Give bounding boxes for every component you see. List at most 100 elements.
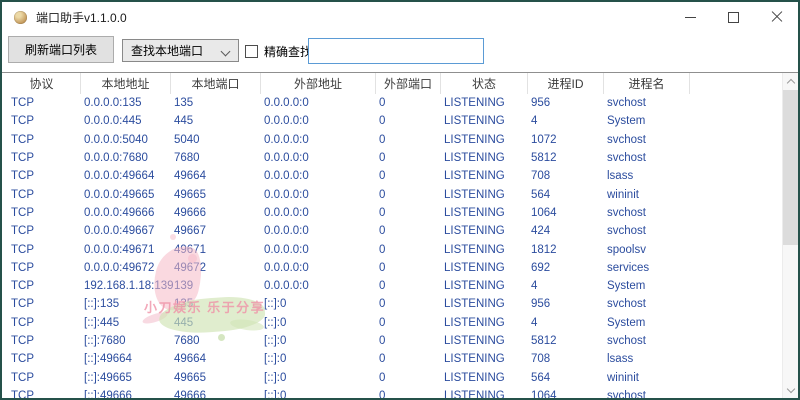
cell-protocol: TCP bbox=[3, 298, 81, 310]
cell-status: LISTENING bbox=[441, 372, 528, 384]
cell-local-address: [::]:135 bbox=[81, 298, 171, 310]
cell-pid: 708 bbox=[528, 353, 604, 365]
scrollbar-thumb[interactable] bbox=[783, 90, 798, 245]
cell-remote-port: 0 bbox=[376, 115, 441, 127]
cell-local-address: [::]:49665 bbox=[81, 372, 171, 384]
cell-local-address: 0.0.0.0:49666 bbox=[81, 207, 171, 219]
table-row[interactable]: TCP0.0.0.0:49665496650.0.0.0:00LISTENING… bbox=[3, 185, 783, 203]
maximize-button[interactable] bbox=[712, 2, 755, 32]
table-body: TCP0.0.0.0:1351350.0.0.0:00LISTENING956s… bbox=[3, 94, 783, 398]
window-title: 端口助手v1.1.0.0 bbox=[36, 9, 127, 26]
cell-protocol: TCP bbox=[3, 390, 81, 398]
scroll-up-button[interactable] bbox=[783, 73, 798, 89]
search-scope-dropdown[interactable]: 查找本地端口 bbox=[122, 39, 239, 62]
cell-local-port: 445 bbox=[171, 115, 261, 127]
table-row[interactable]: TCP0.0.0.0:1351350.0.0.0:00LISTENING956s… bbox=[3, 94, 783, 112]
cell-remote-address: 0.0.0.0:0 bbox=[261, 115, 376, 127]
exact-search-label: 精确查找 bbox=[264, 43, 312, 60]
cell-protocol: TCP bbox=[3, 317, 81, 329]
table-row[interactable]: TCP0.0.0.0:49667496670.0.0.0:00LISTENING… bbox=[3, 222, 783, 240]
cell-pid: 5812 bbox=[528, 152, 604, 164]
table-row[interactable]: TCP192.168.1.18:1391390.0.0.0:00LISTENIN… bbox=[3, 277, 783, 295]
cell-remote-port: 0 bbox=[376, 134, 441, 146]
table-row[interactable]: TCP[::]:135135[::]:00LISTENING956svchost bbox=[3, 295, 783, 313]
cell-remote-address: 0.0.0.0:0 bbox=[261, 152, 376, 164]
scroll-down-icon bbox=[786, 384, 794, 392]
column-header-status[interactable]: 状态 bbox=[441, 73, 528, 94]
table-row[interactable]: TCP0.0.0.0:4454450.0.0.0:00LISTENING4Sys… bbox=[3, 112, 783, 130]
table-row[interactable]: TCP0.0.0.0:49664496640.0.0.0:00LISTENING… bbox=[3, 167, 783, 185]
scroll-up-icon bbox=[786, 78, 794, 86]
cell-process-name: svchost bbox=[604, 390, 690, 398]
table-row[interactable]: TCP[::]:4966649666[::]:00LISTENING1064sv… bbox=[3, 387, 783, 398]
table-row[interactable]: TCP[::]:76807680[::]:00LISTENING5812svch… bbox=[3, 332, 783, 350]
cell-local-address: [::]:7680 bbox=[81, 335, 171, 347]
cell-local-port: 49665 bbox=[171, 372, 261, 384]
table-row[interactable]: TCP0.0.0.0:49671496710.0.0.0:00LISTENING… bbox=[3, 240, 783, 258]
cell-process-name: wininit bbox=[604, 189, 690, 201]
table-row[interactable]: TCP0.0.0.0:49672496720.0.0.0:00LISTENING… bbox=[3, 259, 783, 277]
column-header-extra[interactable] bbox=[690, 73, 783, 94]
column-header-remote-port[interactable]: 外部端口 bbox=[376, 73, 441, 94]
titlebar: 端口助手v1.1.0.0 bbox=[2, 2, 798, 32]
cell-remote-port: 0 bbox=[376, 152, 441, 164]
cell-remote-address: [::]:0 bbox=[261, 317, 376, 329]
table-row[interactable]: TCP[::]:4966549665[::]:00LISTENING564win… bbox=[3, 368, 783, 386]
column-header-pid[interactable]: 进程ID bbox=[528, 73, 604, 94]
cell-remote-port: 0 bbox=[376, 97, 441, 109]
cell-pid: 692 bbox=[528, 262, 604, 274]
port-table: 协议本地地址本地端口外部地址外部端口状态进程ID进程名 TCP0.0.0.0:1… bbox=[2, 72, 798, 398]
table-row[interactable]: TCP0.0.0.0:768076800.0.0.0:00LISTENING58… bbox=[3, 149, 783, 167]
vertical-scrollbar[interactable] bbox=[782, 73, 798, 398]
chevron-down-icon bbox=[221, 47, 231, 57]
cell-status: LISTENING bbox=[441, 317, 528, 329]
cell-local-address: 0.0.0.0:7680 bbox=[81, 152, 171, 164]
cell-local-port: 49664 bbox=[171, 170, 261, 182]
cell-remote-address: 0.0.0.0:0 bbox=[261, 207, 376, 219]
cell-local-address: 192.168.1.18:139 bbox=[81, 280, 171, 292]
cell-status: LISTENING bbox=[441, 390, 528, 398]
column-header-local-address[interactable]: 本地地址 bbox=[81, 73, 171, 94]
table-row[interactable]: TCP[::]:4966449664[::]:00LISTENING708lsa… bbox=[3, 350, 783, 368]
table-row[interactable]: TCP0.0.0.0:504050400.0.0.0:00LISTENING10… bbox=[3, 131, 783, 149]
cell-pid: 956 bbox=[528, 298, 604, 310]
cell-local-address: 0.0.0.0:49671 bbox=[81, 244, 171, 256]
scroll-down-button[interactable] bbox=[783, 382, 798, 398]
window-controls bbox=[669, 2, 798, 32]
minimize-button[interactable] bbox=[669, 2, 712, 32]
column-header-protocol[interactable]: 协议 bbox=[3, 73, 81, 94]
cell-local-address: [::]:445 bbox=[81, 317, 171, 329]
column-header-local-port[interactable]: 本地端口 bbox=[171, 73, 261, 94]
cell-pid: 4 bbox=[528, 317, 604, 329]
column-header-process-name[interactable]: 进程名 bbox=[604, 73, 690, 94]
cell-remote-address: [::]:0 bbox=[261, 335, 376, 347]
cell-protocol: TCP bbox=[3, 372, 81, 384]
cell-process-name: spoolsv bbox=[604, 244, 690, 256]
close-button[interactable] bbox=[755, 2, 798, 32]
cell-protocol: TCP bbox=[3, 134, 81, 146]
exact-search-checkbox-group[interactable]: 精确查找 bbox=[245, 43, 312, 60]
refresh-ports-button[interactable]: 刷新端口列表 bbox=[8, 36, 114, 63]
minimize-icon bbox=[685, 17, 696, 18]
table-row[interactable]: TCP[::]:445445[::]:00LISTENING4System bbox=[3, 314, 783, 332]
cell-pid: 1064 bbox=[528, 207, 604, 219]
search-input[interactable] bbox=[308, 38, 484, 64]
exact-search-checkbox[interactable] bbox=[245, 45, 258, 58]
cell-process-name: svchost bbox=[604, 298, 690, 310]
cell-local-port: 49664 bbox=[171, 353, 261, 365]
column-header-remote-address[interactable]: 外部地址 bbox=[261, 73, 376, 94]
cell-remote-port: 0 bbox=[376, 353, 441, 365]
cell-local-address: 0.0.0.0:445 bbox=[81, 115, 171, 127]
cell-remote-address: 0.0.0.0:0 bbox=[261, 97, 376, 109]
cell-protocol: TCP bbox=[3, 262, 81, 274]
cell-pid: 424 bbox=[528, 225, 604, 237]
close-icon bbox=[771, 11, 783, 23]
cell-remote-port: 0 bbox=[376, 390, 441, 398]
cell-process-name: svchost bbox=[604, 335, 690, 347]
table-row[interactable]: TCP0.0.0.0:49666496660.0.0.0:00LISTENING… bbox=[3, 204, 783, 222]
cell-remote-port: 0 bbox=[376, 280, 441, 292]
cell-remote-port: 0 bbox=[376, 244, 441, 256]
cell-process-name: svchost bbox=[604, 134, 690, 146]
cell-local-address: 0.0.0.0:5040 bbox=[81, 134, 171, 146]
cell-process-name: lsass bbox=[604, 170, 690, 182]
